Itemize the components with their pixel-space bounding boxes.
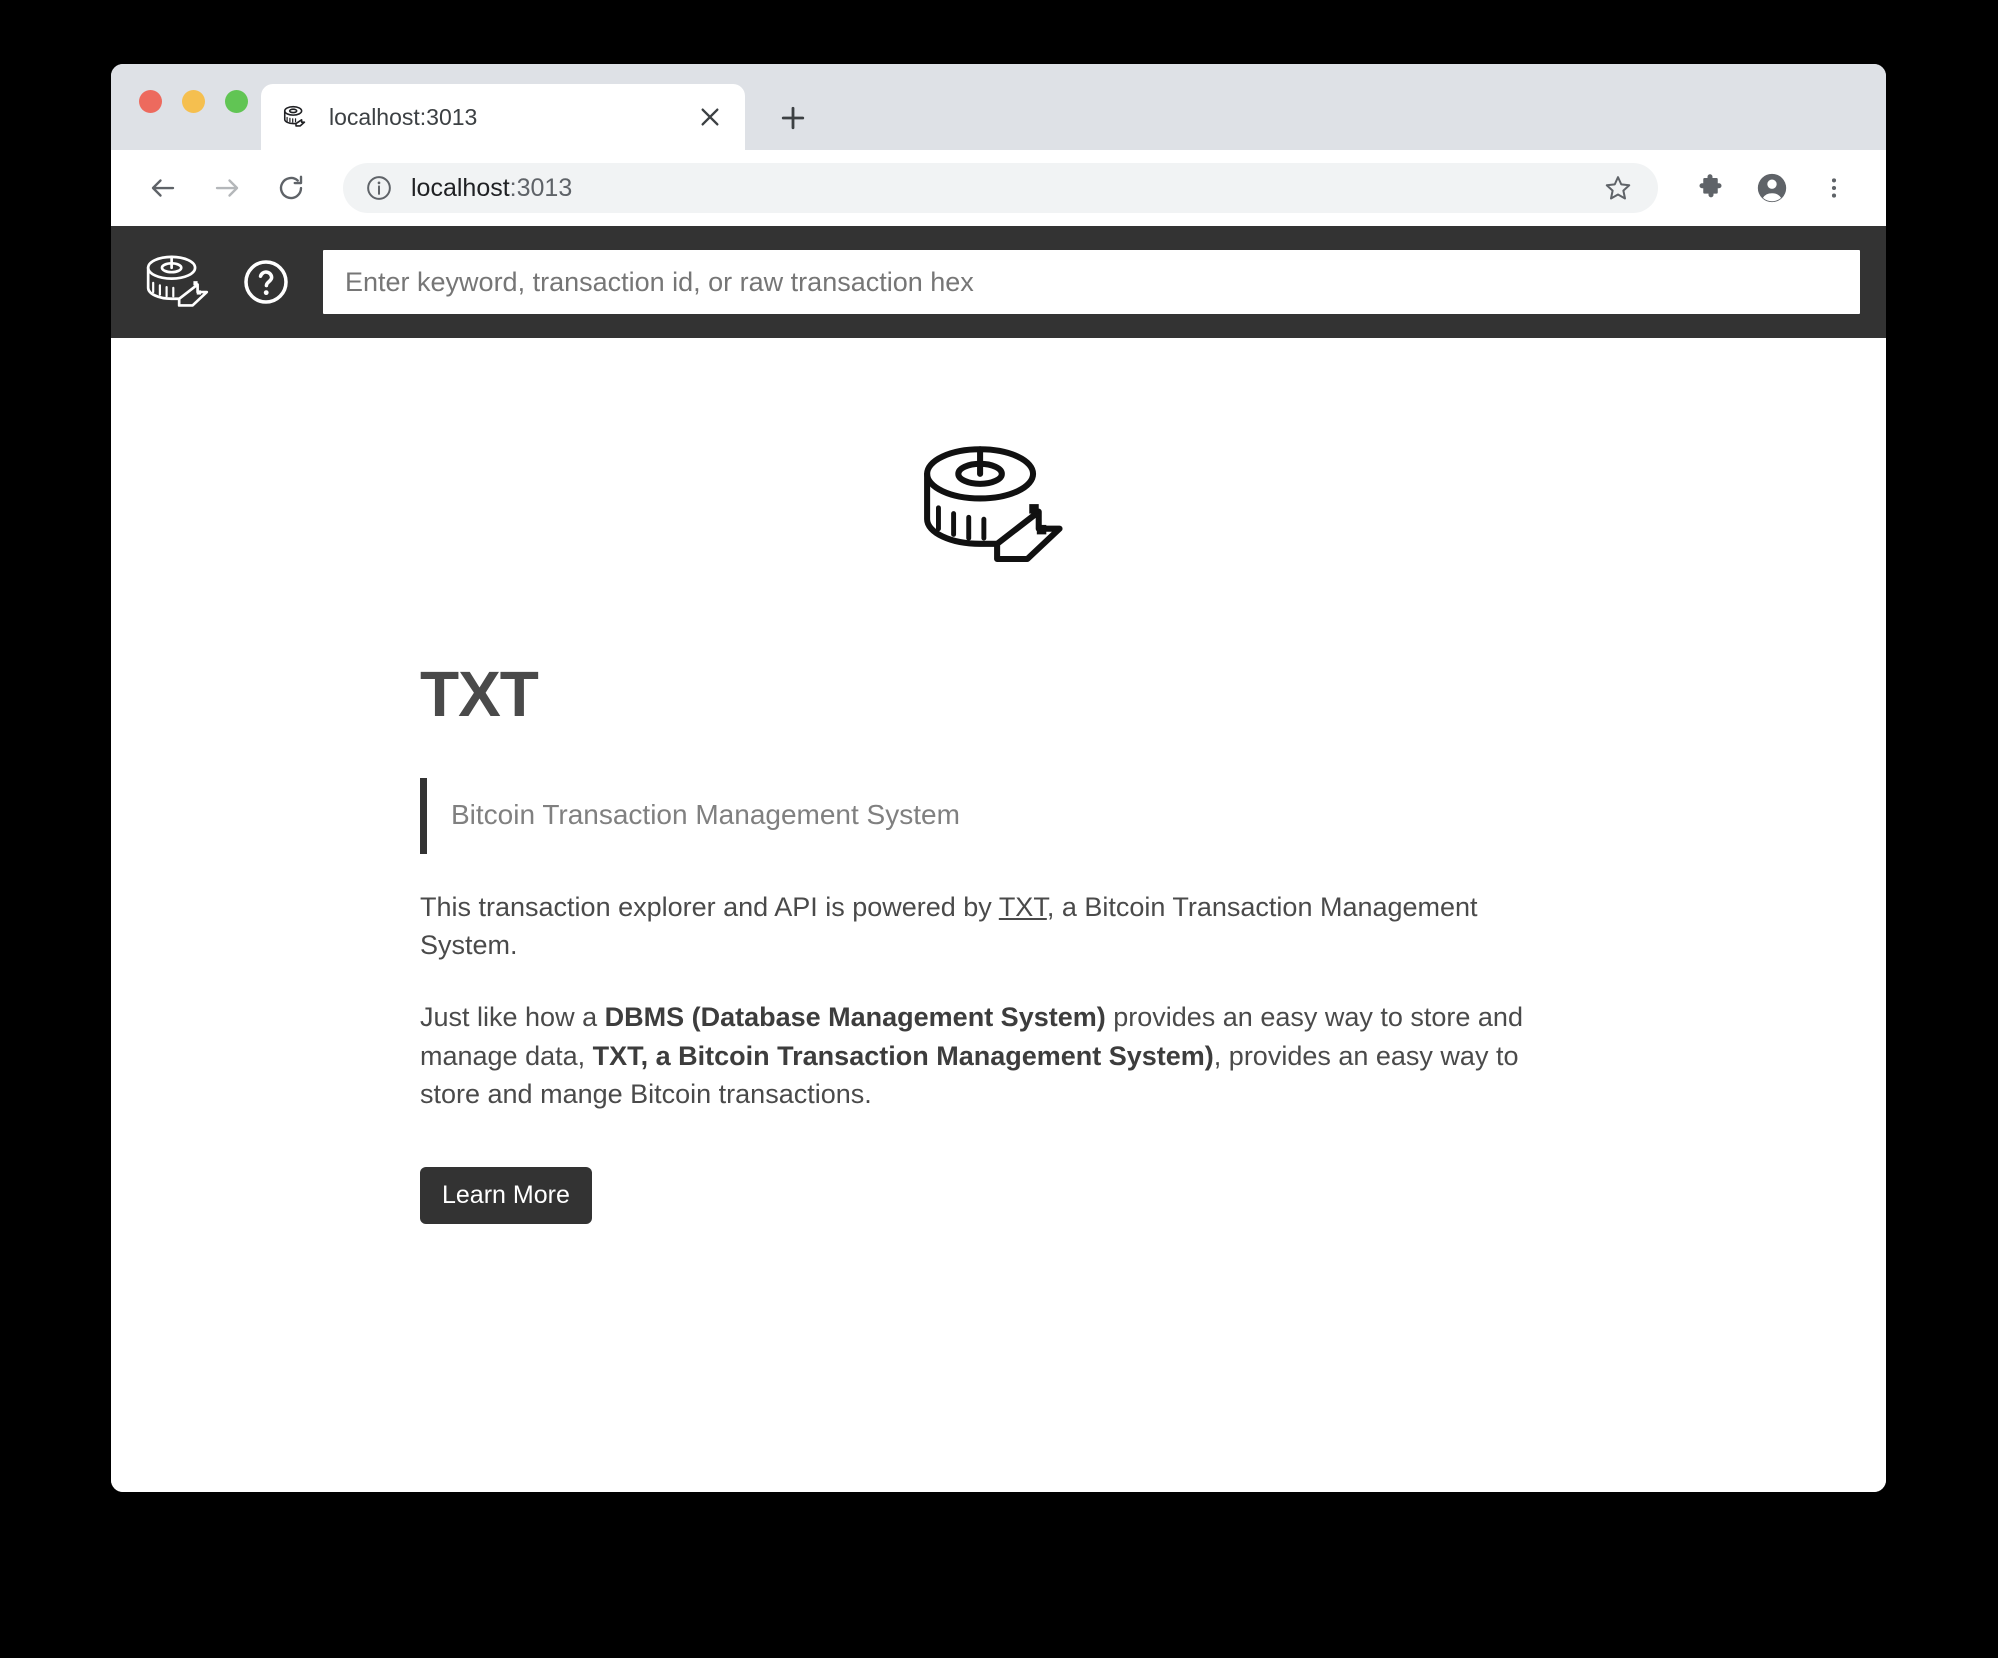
- browser-menu-button[interactable]: [1808, 162, 1860, 214]
- intro-text-before: This transaction explorer and API is pow…: [420, 891, 999, 922]
- desc-bold-dbms: DBMS (Database Management System): [604, 1002, 1106, 1033]
- back-button[interactable]: [137, 162, 189, 214]
- star-icon[interactable]: [1596, 166, 1640, 210]
- tape-measure-icon: [281, 102, 311, 132]
- browser-tab[interactable]: localhost:3013: [261, 84, 745, 150]
- tagline-blockquote: Bitcoin Transaction Management System: [420, 778, 1621, 854]
- page-viewport: TXT Bitcoin Transaction Management Syste…: [111, 226, 1886, 1492]
- info-circle-icon[interactable]: [365, 174, 393, 202]
- arrow-right-icon: [215, 179, 239, 197]
- address-bar[interactable]: localhost:3013: [343, 163, 1658, 213]
- description-paragraph: Just like how a DBMS (Database Managemen…: [420, 998, 1540, 1113]
- page-title: TXT: [420, 658, 539, 730]
- maximize-window-button[interactable]: [225, 90, 248, 113]
- app-header: [111, 226, 1886, 338]
- tape-measure-icon: [889, 426, 1109, 586]
- url-port: :3013: [509, 173, 573, 202]
- learn-more-button[interactable]: Learn More: [420, 1167, 592, 1225]
- profile-button[interactable]: [1746, 162, 1798, 214]
- account-circle-icon: [1757, 173, 1787, 203]
- reload-icon: [279, 175, 303, 200]
- browser-tab-strip: localhost:3013: [111, 64, 1886, 150]
- search-input[interactable]: [323, 250, 1860, 314]
- intro-paragraph: This transaction explorer and API is pow…: [420, 888, 1540, 965]
- browser-toolbar: localhost:3013: [111, 150, 1886, 226]
- minimize-window-button[interactable]: [182, 90, 205, 113]
- close-window-button[interactable]: [139, 90, 162, 113]
- desc-part-1: Just like how a: [420, 1002, 605, 1033]
- close-icon[interactable]: [689, 96, 731, 138]
- address-bar-url: localhost:3013: [411, 174, 1596, 203]
- extensions-button[interactable]: [1684, 162, 1736, 214]
- arrow-left-icon: [151, 179, 175, 197]
- main-content: TXT Bitcoin Transaction Management Syste…: [111, 338, 1886, 1492]
- puzzle-icon: [1699, 174, 1722, 198]
- help-circle-icon[interactable]: [239, 255, 293, 309]
- tab-title: localhost:3013: [329, 103, 478, 130]
- three-dot-menu-icon: [1831, 178, 1837, 198]
- desc-bold-txt: TXT, a Bitcoin Transaction Management Sy…: [592, 1040, 1214, 1071]
- window-traffic-lights: [139, 90, 248, 113]
- txt-link[interactable]: TXT: [999, 892, 1047, 922]
- browser-window: localhost:3013 localhost:3013 Enter keyw…: [111, 64, 1886, 1492]
- reload-button[interactable]: [265, 162, 317, 214]
- new-tab-button[interactable]: [769, 94, 817, 142]
- url-host: localhost: [411, 173, 510, 202]
- hero-text-block: TXT Bitcoin Transaction Management Syste…: [111, 658, 1621, 1225]
- forward-button[interactable]: [201, 162, 253, 214]
- tape-measure-icon[interactable]: [137, 251, 223, 313]
- tagline-text: Bitcoin Transaction Management System: [451, 799, 960, 830]
